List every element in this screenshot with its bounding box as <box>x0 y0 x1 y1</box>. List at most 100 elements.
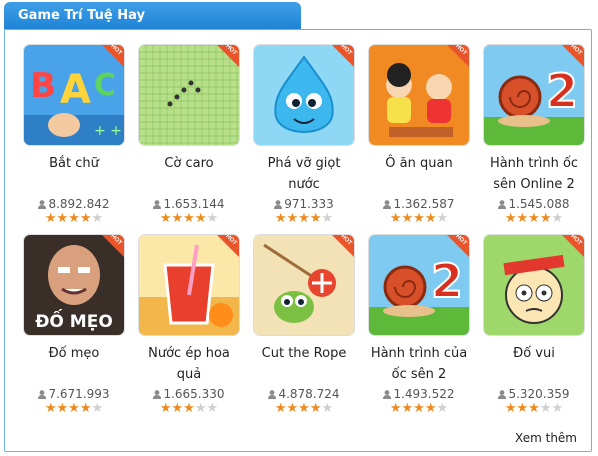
play-count: 1.362.587 <box>361 197 477 211</box>
game-card[interactable]: HOT Ô ăn quan 1.362.587 ★★★★★ <box>361 45 477 225</box>
hot-badge: HOT <box>562 45 584 67</box>
svg-text:+ +: + + <box>94 123 122 139</box>
letters-icon[interactable]: B A C + + HOT <box>24 45 124 145</box>
section-tab[interactable]: Game Trí Tuệ Hay <box>4 2 301 29</box>
hot-badge: HOT <box>332 45 354 67</box>
star-filled-icon: ★ <box>68 210 80 225</box>
user-icon <box>38 390 47 399</box>
hot-badge-label: HOT <box>454 45 468 57</box>
star-empty-icon: ★ <box>91 400 104 415</box>
game-card[interactable]: 2 HOT Hành trình của ốc sên 2 1.493.522 ★★★★… <box>361 235 477 415</box>
water-drop-icon[interactable]: HOT <box>254 45 354 145</box>
star-filled-icon: ★ <box>44 210 57 225</box>
rating-stars: ★★★★★ <box>361 211 477 225</box>
game-title[interactable]: Hành trình của ốc sên 2 <box>361 343 477 387</box>
game-card[interactable]: HOT Cờ caro 1.653.144 ★★★★★ <box>131 45 247 225</box>
cut-rope-icon[interactable]: HOT <box>254 235 354 335</box>
hot-badge: HOT <box>217 235 239 257</box>
star-filled-icon: ★ <box>401 400 414 415</box>
riddle-face-icon[interactable]: ĐỐ MẸO HOT <box>24 235 124 335</box>
game-card[interactable]: HOT Đố vui 5.320.359 ★★★★★ <box>476 235 592 415</box>
user-icon <box>268 390 277 399</box>
game-card[interactable]: 2 HOT Hành trình ốc sên Online 2 1.545.088 ★… <box>476 45 592 225</box>
star-filled-icon: ★ <box>504 400 517 415</box>
play-count-value: 1.545.088 <box>508 197 570 211</box>
user-icon <box>383 200 392 209</box>
game-panel: B A C + + HOT Bắt chữ 8.892.842 ★★★★★ HOT Cờ caro… <box>4 29 592 452</box>
user-icon <box>38 200 47 209</box>
hot-badge: HOT <box>332 235 354 257</box>
rating-stars: ★★★★★ <box>16 211 132 225</box>
hot-badge: HOT <box>447 235 469 257</box>
hot-badge: HOT <box>102 235 124 257</box>
user-icon <box>498 390 507 399</box>
play-count: 1.493.522 <box>361 387 477 401</box>
game-title[interactable]: Cờ caro <box>131 153 247 197</box>
star-filled-icon: ★ <box>274 210 287 225</box>
hot-badge-label: HOT <box>569 235 583 247</box>
star-filled-icon: ★ <box>516 210 529 225</box>
game-card[interactable]: B A C + + HOT Bắt chữ 8.892.842 ★★★★★ <box>16 45 132 225</box>
rating-stars: ★★★★★ <box>246 211 362 225</box>
star-empty-icon: ★ <box>551 210 564 225</box>
game-title[interactable]: Hành trình ốc sên Online 2 <box>476 153 592 197</box>
game-title[interactable]: Ô ăn quan <box>361 153 477 197</box>
play-count-value: 4.878.724 <box>278 387 340 401</box>
hot-badge-label: HOT <box>454 235 468 247</box>
user-icon <box>498 200 507 209</box>
hot-badge-label: HOT <box>224 235 238 247</box>
user-icon <box>153 200 162 209</box>
play-count-value: 7.671.993 <box>48 387 110 401</box>
star-filled-icon: ★ <box>389 210 402 225</box>
star-filled-icon: ★ <box>424 400 437 415</box>
thumb-caption: ĐỐ MẸO <box>35 308 113 332</box>
game-title[interactable]: Đố vui <box>476 343 592 387</box>
juice-icon[interactable]: HOT <box>139 235 239 335</box>
star-filled-icon: ★ <box>539 210 552 225</box>
snail-icon[interactable]: 2 HOT <box>369 235 469 335</box>
star-filled-icon: ★ <box>56 400 69 415</box>
hot-badge-label: HOT <box>109 235 123 247</box>
game-title[interactable]: Đố mẹo <box>16 343 132 387</box>
svg-text:B: B <box>30 66 56 106</box>
star-empty-icon: ★ <box>91 210 104 225</box>
star-filled-icon: ★ <box>424 210 437 225</box>
cartoon-boy-icon[interactable]: HOT <box>484 235 584 335</box>
play-count-value: 1.665.330 <box>163 387 225 401</box>
game-card[interactable]: HOT Phá vỡ giọt nước 971.333 ★★★★★ <box>246 45 362 225</box>
see-more-link[interactable]: Xem thêm <box>515 431 577 445</box>
play-count-value: 971.333 <box>284 197 334 211</box>
game-card[interactable]: HOT Cut the Rope 4.878.724 ★★★★★ <box>246 235 362 415</box>
star-filled-icon: ★ <box>286 400 299 415</box>
star-filled-icon: ★ <box>183 210 195 225</box>
star-empty-icon: ★ <box>206 400 219 415</box>
star-empty-icon: ★ <box>551 400 564 415</box>
hot-badge: HOT <box>217 45 239 67</box>
star-filled-icon: ★ <box>401 210 414 225</box>
star-filled-icon: ★ <box>413 210 425 225</box>
hot-badge-label: HOT <box>339 235 353 247</box>
svg-text:2: 2 <box>431 254 463 308</box>
star-filled-icon: ★ <box>79 400 92 415</box>
game-card[interactable]: HOT Nước ép hoa quả 1.665.330 ★★★★★ <box>131 235 247 415</box>
play-count: 1.545.088 <box>476 197 592 211</box>
play-count: 7.671.993 <box>16 387 132 401</box>
play-count: 1.653.144 <box>131 197 247 211</box>
hot-badge-label: HOT <box>339 45 353 57</box>
game-title[interactable]: Cut the Rope <box>246 343 362 387</box>
kids-game-icon[interactable]: HOT <box>369 45 469 145</box>
game-card[interactable]: ĐỐ MẸO HOT Đố mẹo 7.671.993 ★★★★★ <box>16 235 132 415</box>
game-title[interactable]: Bắt chữ <box>16 153 132 197</box>
star-filled-icon: ★ <box>68 400 80 415</box>
star-empty-icon: ★ <box>436 400 449 415</box>
rating-stars: ★★★★★ <box>476 211 592 225</box>
star-filled-icon: ★ <box>528 210 540 225</box>
caro-board-icon[interactable]: HOT <box>139 45 239 145</box>
play-count: 8.892.842 <box>16 197 132 211</box>
play-count-value: 5.320.359 <box>508 387 570 401</box>
game-title[interactable]: Phá vỡ giọt nước <box>246 153 362 197</box>
snail-icon[interactable]: 2 HOT <box>484 45 584 145</box>
game-title[interactable]: Nước ép hoa quả <box>131 343 247 387</box>
star-filled-icon: ★ <box>504 210 517 225</box>
star-empty-icon: ★ <box>539 400 552 415</box>
